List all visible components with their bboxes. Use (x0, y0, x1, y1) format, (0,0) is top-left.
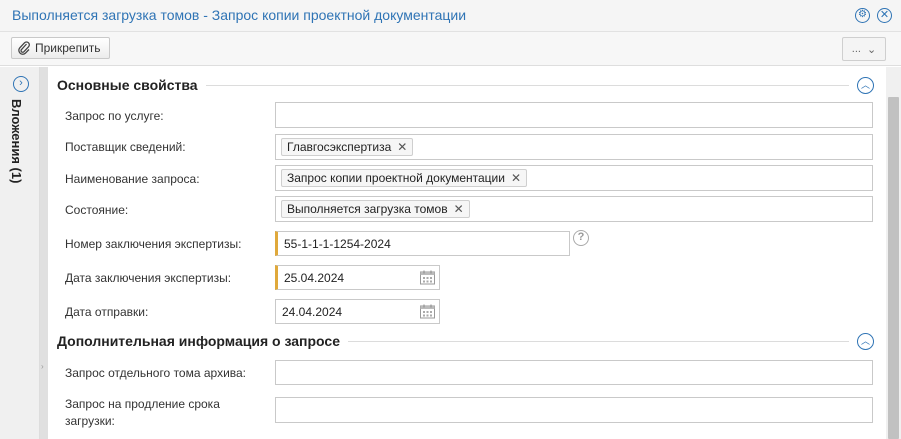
more-actions-button[interactable]: ... ⌄ (842, 37, 886, 61)
expand-sidetab-icon[interactable]: › (13, 76, 29, 92)
scrollbar-thumb[interactable] (888, 97, 899, 439)
toolbar: Прикрепить ... ⌄ (0, 32, 901, 66)
supplier-field[interactable]: Главгосэкспертиза ✕ (275, 134, 873, 160)
conclusion-date-value: 25.04.2024 (284, 270, 345, 285)
section-extra-title: Дополнительная информация о запросе (57, 333, 340, 349)
state-tag-text: Выполняется загрузка томов (287, 202, 448, 216)
section-main-header: Основные свойства ︿ (57, 74, 874, 96)
send-date-value: 24.04.2024 (282, 304, 343, 319)
state-field[interactable]: Выполняется загрузка томов ✕ (275, 196, 873, 222)
section-divider (205, 84, 849, 86)
conclusion-number-input[interactable]: 55-1-1-1-1254-2024 (275, 231, 570, 256)
window-title: Выполняется загрузка томов - Запрос копи… (12, 7, 467, 23)
collapse-section-icon[interactable]: ︿ (857, 332, 874, 350)
splitter-arrow-icon[interactable]: › (41, 362, 44, 371)
collapse-section-icon[interactable]: ︿ (857, 76, 874, 94)
request-name-field[interactable]: Запрос копии проектной документации ✕ (275, 165, 873, 191)
archive-volume-field[interactable] (275, 360, 873, 385)
extend-load-field[interactable] (275, 397, 873, 423)
supplier-tag-text: Главгосэкспертиза (287, 140, 392, 154)
form-content: Основные свойства ︿ Запрос по услуге: По… (48, 67, 886, 439)
section-extra-header: Дополнительная информация о запросе ︿ (57, 330, 874, 352)
attach-button[interactable]: Прикрепить (11, 37, 110, 59)
attachments-sidetab: › Вложения (1) (0, 67, 40, 439)
conclusion-number-label: Номер заключения экспертизы: (65, 237, 242, 251)
splitter-strip[interactable] (40, 67, 48, 439)
extend-load-label-line2: загрузки: (65, 414, 115, 428)
calendar-icon[interactable] (419, 303, 436, 320)
section-divider (347, 340, 849, 342)
vertical-scrollbar[interactable] (886, 67, 901, 439)
service-request-label: Запрос по услуге: (65, 109, 164, 123)
section-main-title: Основные свойства (57, 77, 198, 93)
conclusion-date-label: Дата заключения экспертизы: (65, 271, 232, 285)
attach-button-label: Прикрепить (35, 41, 101, 55)
supplier-tag: Главгосэкспертиза ✕ (281, 138, 414, 156)
service-request-field[interactable] (275, 102, 873, 128)
attachments-tab-label[interactable]: Вложения (1) (9, 99, 24, 183)
send-date-label: Дата отправки: (65, 305, 149, 319)
archive-volume-label: Запрос отдельного тома архива: (65, 366, 247, 380)
remove-tag-icon[interactable]: ✕ (454, 202, 464, 216)
more-actions-label: ... (851, 43, 861, 55)
supplier-label: Поставщик сведений: (65, 140, 186, 154)
conclusion-date-input[interactable]: 25.04.2024 (275, 265, 440, 290)
chevron-down-icon: ⌄ (866, 43, 877, 56)
request-name-label: Наименование запроса: (65, 172, 200, 186)
send-date-input[interactable]: 24.04.2024 (275, 299, 440, 324)
settings-icon[interactable]: ⚙ (855, 8, 870, 23)
remove-tag-icon[interactable]: ✕ (397, 140, 407, 154)
request-name-tag: Запрос копии проектной документации ✕ (281, 169, 527, 187)
help-icon[interactable]: ? (573, 230, 589, 246)
state-tag: Выполняется загрузка томов ✕ (281, 200, 470, 218)
remove-tag-icon[interactable]: ✕ (511, 171, 521, 185)
paperclip-icon (18, 41, 30, 55)
request-name-tag-text: Запрос копии проектной документации (287, 171, 505, 185)
close-icon[interactable]: ✕ (877, 8, 892, 23)
state-label: Состояние: (65, 203, 129, 217)
calendar-icon[interactable] (419, 269, 436, 286)
extend-load-label-line1: Запрос на продление срока (65, 397, 220, 411)
window-titlebar: Выполняется загрузка томов - Запрос копи… (0, 0, 901, 32)
